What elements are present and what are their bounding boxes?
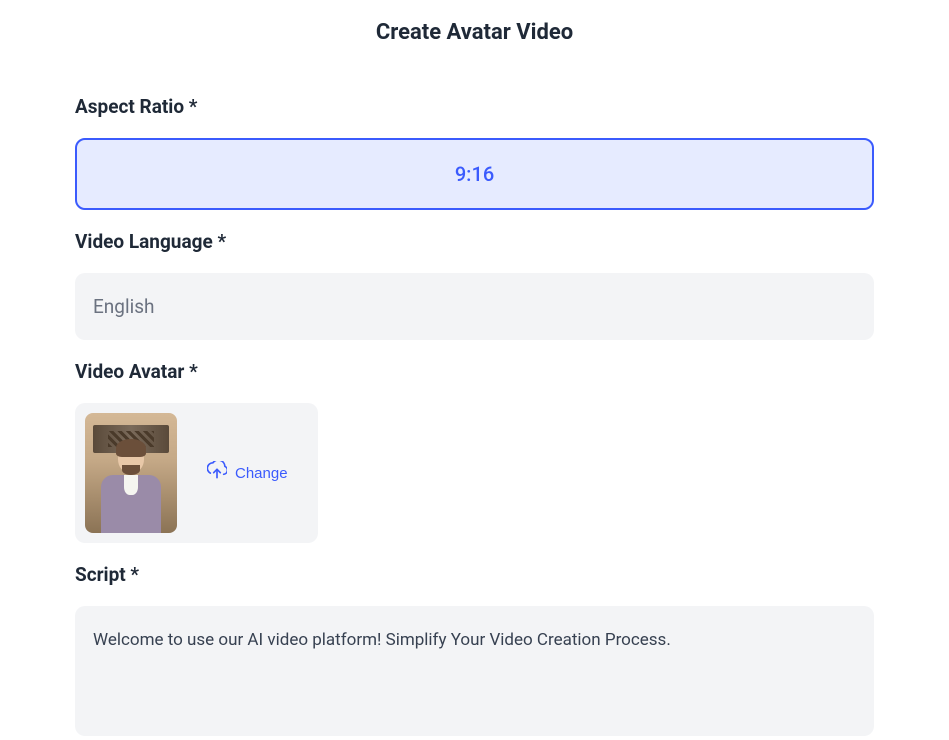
aspect-ratio-section: Aspect Ratio * 9:16: [75, 95, 874, 210]
avatar-container: Change: [75, 403, 318, 543]
script-label: Script *: [75, 563, 874, 586]
change-button-label: Change: [235, 465, 288, 482]
change-avatar-button[interactable]: Change: [207, 461, 288, 485]
video-language-label: Video Language *: [75, 230, 874, 253]
video-avatar-label: Video Avatar *: [75, 360, 874, 383]
page-title: Create Avatar Video: [75, 20, 874, 45]
avatar-preview[interactable]: [85, 413, 177, 533]
video-language-section: Video Language * English: [75, 230, 874, 340]
upload-icon: [207, 461, 227, 485]
aspect-ratio-selector[interactable]: 9:16: [75, 138, 874, 210]
video-avatar-section: Video Avatar * Change: [75, 360, 874, 563]
video-language-selector[interactable]: English: [75, 273, 874, 340]
script-input[interactable]: [75, 606, 874, 736]
script-section: Script *: [75, 563, 874, 740]
aspect-ratio-label: Aspect Ratio *: [75, 95, 874, 118]
